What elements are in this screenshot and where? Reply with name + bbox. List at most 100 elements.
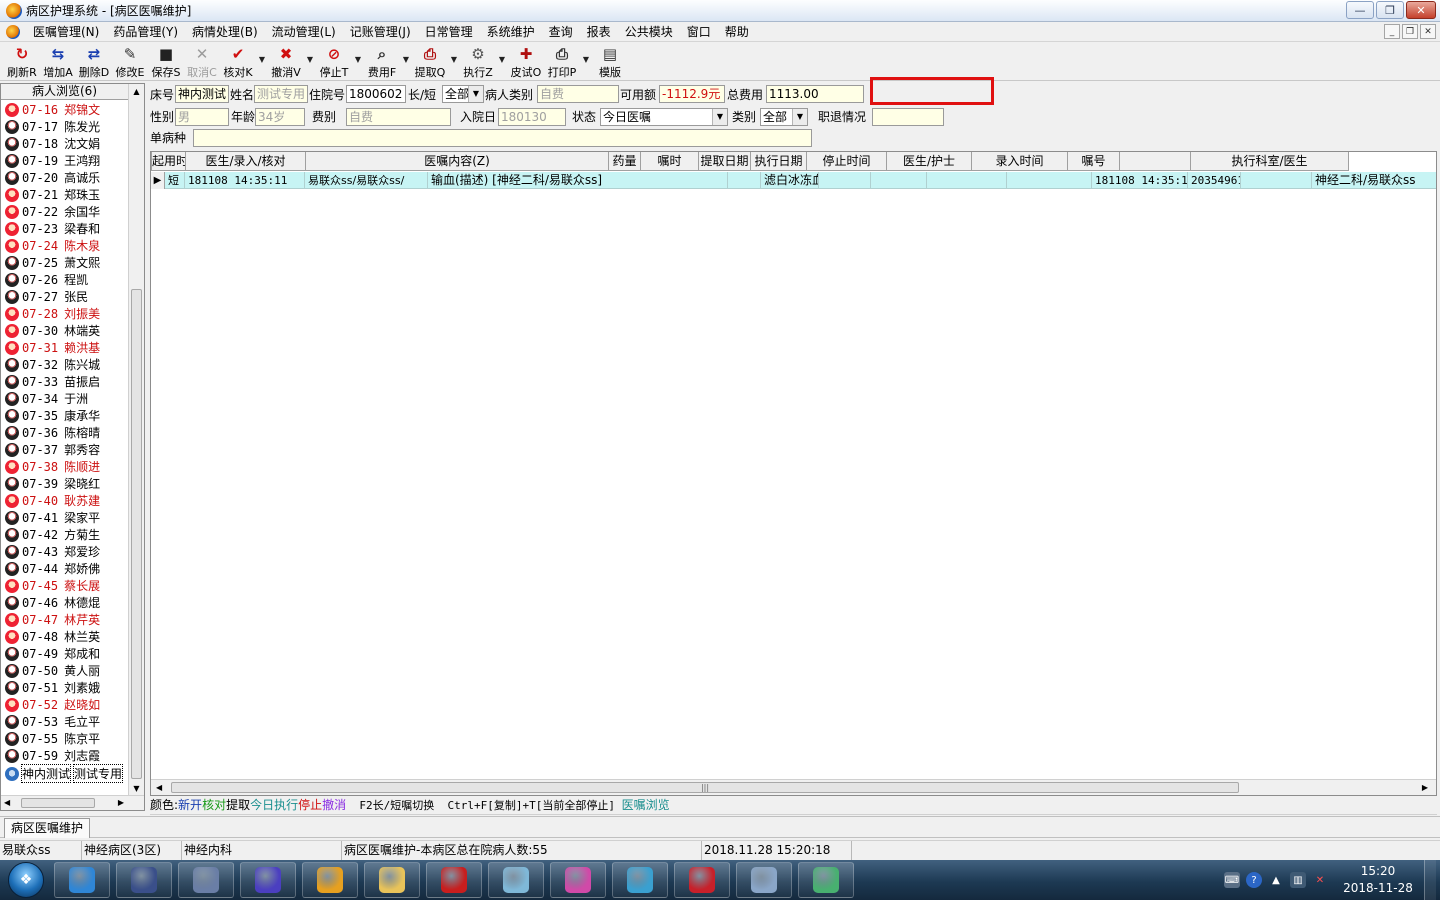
patient-list-item[interactable]: 07-52 赵晓如 [1, 696, 129, 713]
patient-list-item[interactable]: 07-43 郑爱珍 [1, 543, 129, 560]
volume-muted-icon[interactable]: ✕ [1312, 872, 1328, 888]
patient-list-item[interactable]: 07-32 陈兴城 [1, 356, 129, 373]
column-header-7[interactable]: 停止时间 [807, 152, 887, 171]
toolbar-button-1[interactable]: ⇆ 增加A [40, 43, 76, 81]
show-desktop-button[interactable] [1424, 860, 1436, 900]
patient-list-item[interactable]: 07-26 程凯 [1, 271, 129, 288]
toolbar-button-10[interactable]: ⎙ 提取Q [412, 43, 448, 81]
chevron-down-icon[interactable]: ▼ [712, 109, 727, 125]
patient-list-item[interactable]: 07-41 梁家平 [1, 509, 129, 526]
toolbar-button-5[interactable]: ✕ 取消C [184, 43, 220, 81]
patient-list-item[interactable]: 07-37 郭秀容 [1, 441, 129, 458]
menu-item-0[interactable]: 医嘱管理(N) [26, 22, 106, 42]
patient-type-field[interactable]: 自费 [537, 85, 619, 103]
menu-item-8[interactable]: 报表 [580, 22, 618, 42]
patient-list-item[interactable]: 07-30 林端英 [1, 322, 129, 339]
taskbar-app-0[interactable] [54, 862, 110, 898]
patient-list-item[interactable]: 07-27 张民 [1, 288, 129, 305]
toolbar-button-2[interactable]: ⇄ 删除D [76, 43, 112, 81]
grid-hscrollbar[interactable]: ◀ ||| ▶ [151, 779, 1436, 795]
patient-list-item[interactable]: 07-44 郑娇佛 [1, 560, 129, 577]
gender-field[interactable]: 男 [175, 108, 229, 126]
admit-date-field[interactable]: 180130 [498, 108, 566, 126]
help-icon[interactable]: ? [1246, 872, 1262, 888]
patient-list-item[interactable]: 神内测试 测试专用 [1, 764, 129, 783]
mdi-restore-button[interactable]: ❐ [1402, 24, 1418, 39]
patient-list-item[interactable]: 07-31 赖洪基 [1, 339, 129, 356]
patient-list-item[interactable]: 07-39 梁晓红 [1, 475, 129, 492]
keyboard-icon[interactable]: ⌨ [1224, 872, 1240, 888]
dropdown-arrow-icon[interactable]: ▼ [496, 43, 508, 64]
toolbar-button-8[interactable]: ⊘ 停止T [316, 43, 352, 81]
status-select[interactable]: 今日医嘱 ▼ [600, 108, 728, 126]
column-header-2[interactable]: 医嘱内容(Z) [306, 152, 609, 171]
taskbar-app-8[interactable] [550, 862, 606, 898]
toolbar-button-0[interactable]: ↻ 刷新R [4, 43, 40, 81]
patient-list-item[interactable]: 07-38 陈顺进 [1, 458, 129, 475]
dropdown-arrow-icon[interactable]: ▼ [580, 43, 592, 64]
tab-ward-order-maintenance[interactable]: 病区医嘱维护 [4, 818, 91, 838]
patient-list-item[interactable]: 07-18 沈文娟 [1, 135, 129, 152]
toolbar-button-4[interactable]: ■ 保存S [148, 43, 184, 81]
patient-list-item[interactable]: 07-47 林芹英 [1, 611, 129, 628]
patient-list-item[interactable]: 07-33 苗振启 [1, 373, 129, 390]
patient-list-item[interactable]: 07-16 郑锦文 [1, 101, 129, 118]
scroll-right-icon[interactable]: ▶ [1422, 780, 1428, 795]
menu-item-2[interactable]: 病情处理(B) [185, 22, 265, 42]
minimize-button[interactable]: — [1346, 1, 1374, 19]
fee-type-field[interactable]: 自费 [346, 108, 451, 126]
order-browse-link[interactable]: 医嘱浏览 [622, 797, 670, 814]
category-select[interactable]: 全部 ▼ [760, 108, 808, 126]
menu-item-11[interactable]: 帮助 [718, 22, 756, 42]
age-field[interactable]: 34岁 [255, 108, 305, 126]
scroll-down-icon[interactable]: ▼ [129, 781, 144, 796]
patient-list-item[interactable]: 07-25 萧文熙 [1, 254, 129, 271]
toolbar-button-6[interactable]: ✔ 核对K [220, 43, 256, 81]
patient-list-hscrollbar[interactable]: ◀ ▶ [1, 795, 144, 810]
patient-list-hscroll-thumb[interactable] [21, 798, 95, 808]
column-header-8[interactable]: 医生/护士 [887, 152, 972, 171]
patient-list-item[interactable]: 07-23 梁春和 [1, 220, 129, 237]
scroll-up-icon[interactable]: ▲ [129, 84, 144, 99]
toolbar-button-3[interactable]: ✎ 修改E [112, 43, 148, 81]
menu-item-7[interactable]: 查询 [542, 22, 580, 42]
close-button[interactable]: ✕ [1406, 1, 1436, 19]
start-button[interactable]: ❖ [8, 862, 44, 898]
toolbar-button-12[interactable]: ✚ 皮试O [508, 43, 544, 81]
patient-list-item[interactable]: 07-42 方菊生 [1, 526, 129, 543]
taskbar-app-2[interactable] [178, 862, 234, 898]
mdi-minimize-button[interactable]: _ [1384, 24, 1400, 39]
patient-list-item[interactable]: 07-35 康承华 [1, 407, 129, 424]
column-header-6[interactable]: 执行日期 [751, 152, 807, 171]
toolbar-button-9[interactable]: ⌕ 费用F [364, 43, 400, 81]
column-header-4[interactable]: 嘱时 [641, 152, 699, 171]
toolbar-button-14[interactable]: ▤ 模版 [592, 43, 628, 81]
menu-item-3[interactable]: 流动管理(L) [265, 22, 343, 42]
column-header-1[interactable]: 医生/录入/核对 [186, 152, 306, 171]
column-header-9[interactable]: 录入时间 [972, 152, 1068, 171]
patient-list-item[interactable]: 07-48 林兰英 [1, 628, 129, 645]
patient-list-item[interactable]: 07-21 郑珠玉 [1, 186, 129, 203]
patient-list-item[interactable]: 07-45 蔡长展 [1, 577, 129, 594]
taskbar-app-6[interactable] [426, 862, 482, 898]
column-header-5[interactable]: 提取日期 [699, 152, 751, 171]
menu-item-5[interactable]: 日常管理 [418, 22, 480, 42]
taskbar-app-10[interactable] [674, 862, 730, 898]
patient-list-item[interactable]: 07-24 陈木泉 [1, 237, 129, 254]
total-fee-field[interactable]: 1113.00 [766, 85, 864, 103]
patient-list-item[interactable]: 07-36 陈榕晴 [1, 424, 129, 441]
taskbar-app-5[interactable] [364, 862, 420, 898]
patient-list-item[interactable]: 07-50 黄人丽 [1, 662, 129, 679]
patient-list-item[interactable]: 07-55 陈京平 [1, 730, 129, 747]
name-field[interactable]: 测试专用 [254, 85, 308, 103]
taskbar-app-7[interactable] [488, 862, 544, 898]
column-header-3[interactable]: 药量 [609, 152, 641, 171]
network-icon[interactable]: ▥ [1290, 872, 1306, 888]
patient-list-item[interactable]: 07-40 耿苏建 [1, 492, 129, 509]
patient-list-item[interactable]: 07-17 陈发光 [1, 118, 129, 135]
patient-list-item[interactable]: 07-34 于洲 [1, 390, 129, 407]
patient-list-item[interactable]: 07-53 毛立平 [1, 713, 129, 730]
patient-list-item[interactable]: 07-28 刘振美 [1, 305, 129, 322]
menu-item-9[interactable]: 公共模块 [618, 22, 680, 42]
scroll-left-icon[interactable]: ◀ [4, 796, 10, 810]
